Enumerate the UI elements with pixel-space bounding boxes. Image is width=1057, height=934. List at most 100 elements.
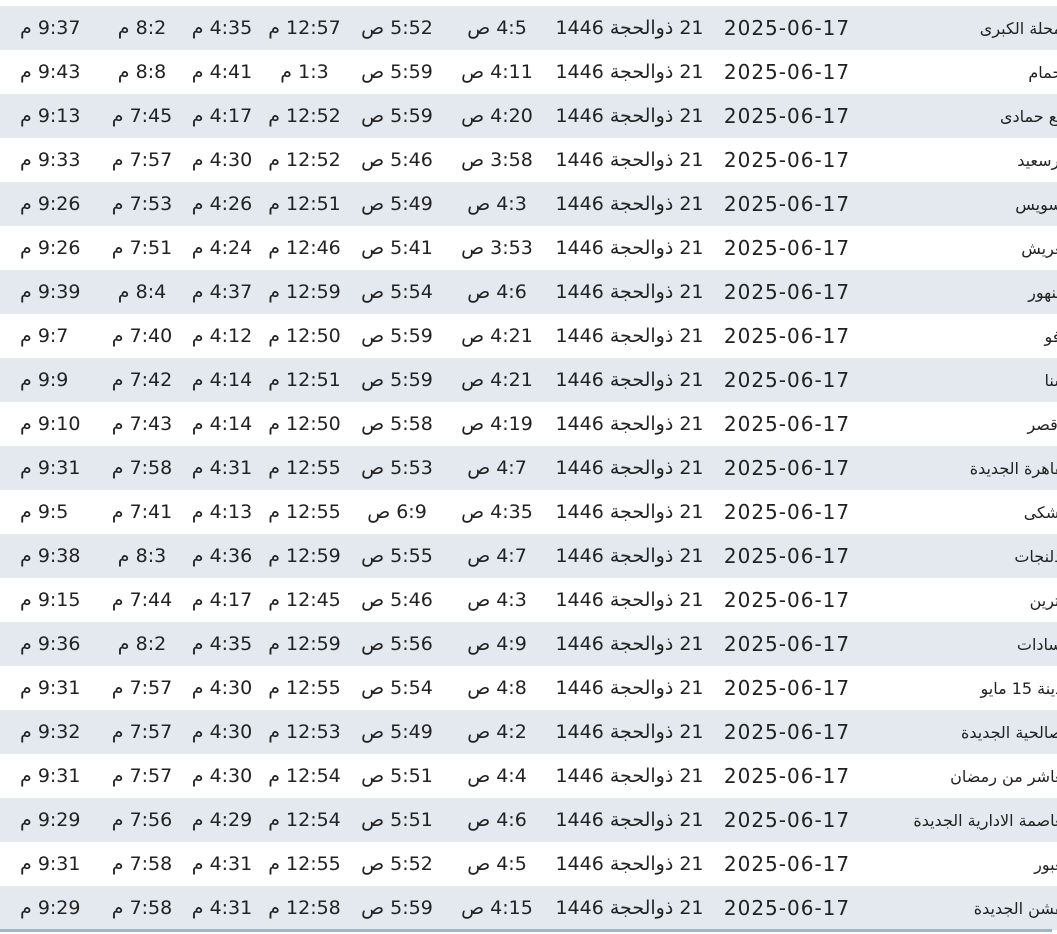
hijri-date-cell: 21 ذوالحجة 1446	[555, 17, 704, 39]
dhuhr-time-cell: 12:45 م	[268, 589, 341, 611]
table-row: العاصمة الادارية الجديدة 2025-06-17 21 ذوا…	[0, 798, 1057, 842]
dhuhr-time-cell: 12:59 م	[268, 633, 341, 655]
dhuhr-time-cell: 12:59 م	[268, 545, 341, 567]
dhuhr-time-cell: 12:50 م	[268, 325, 341, 347]
gregorian-date-cell: 2025-06-17	[723, 104, 851, 128]
gregorian-date-cell: 2025-06-17	[723, 236, 851, 260]
isha-time-cell: 9:32 م	[20, 721, 81, 743]
gregorian-date-cell: 2025-06-17	[723, 632, 851, 656]
hijri-date-cell: 21 ذوالحجة 1446	[555, 853, 704, 875]
maghrib-time-cell: 7:57 م	[111, 677, 173, 699]
isha-time-cell: 9:13 م	[20, 105, 81, 127]
city-name-cell: مدينة 15 مايو	[980, 678, 1057, 698]
dhuhr-time-cell: 12:52 م	[268, 105, 341, 127]
gregorian-date-cell: 2025-06-17	[723, 16, 851, 40]
dhuhr-time-cell: 12:57 م	[268, 17, 341, 39]
hijri-date-cell: 21 ذوالحجة 1446	[555, 325, 704, 347]
fajr-time-cell: 4:3 ص	[467, 193, 527, 215]
sunrise-time-cell: 5:53 ص	[361, 457, 433, 479]
table-row: السادات 2025-06-17 21 ذوالحجة 1446 4:9 ص 5:5…	[0, 622, 1057, 666]
city-name-cell: العريش	[1021, 238, 1057, 258]
prayer-times-table: المحلة الكبرى 2025-06-17 21 ذوالحجة 1446 4:…	[0, 6, 1057, 930]
maghrib-time-cell: 7:45 م	[111, 105, 173, 127]
table-row: ادفو 2025-06-17 21 ذوالحجة 1446 4:21 ص 5:59 …	[0, 314, 1057, 358]
asr-time-cell: 4:31 م	[191, 457, 253, 479]
asr-time-cell: 4:14 م	[191, 413, 253, 435]
city-name-cell: المحلة الكبرى	[979, 18, 1057, 38]
fajr-time-cell: 4:19 ص	[461, 413, 533, 435]
hijri-date-cell: 21 ذوالحجة 1446	[555, 765, 704, 787]
maghrib-time-cell: 7:58 م	[111, 897, 173, 919]
hijri-date-cell: 21 ذوالحجة 1446	[555, 721, 704, 743]
maghrib-time-cell: 7:40 م	[111, 325, 173, 347]
city-name-cell: الصالحية الجديدة	[960, 722, 1057, 742]
dhuhr-time-cell: 12:46 م	[268, 237, 341, 259]
gregorian-date-cell: 2025-06-17	[723, 148, 851, 172]
sunrise-time-cell: 5:49 ص	[361, 721, 433, 743]
isha-time-cell: 9:31 م	[20, 853, 81, 875]
fajr-time-cell: 4:6 ص	[467, 281, 527, 303]
isha-time-cell: 9:29 م	[20, 809, 81, 831]
table-row: الأقصر 2025-06-17 21 ذوالحجة 1446 4:19 ص 5:5…	[0, 402, 1057, 446]
sunrise-time-cell: 5:52 ص	[361, 17, 433, 39]
table-row: الصالحية الجديدة 2025-06-17 21 ذوالحجة 144…	[0, 710, 1057, 754]
asr-time-cell: 4:17 م	[191, 589, 253, 611]
fajr-time-cell: 4:11 ص	[461, 61, 533, 83]
fajr-time-cell: 4:2 ص	[467, 721, 527, 743]
city-name-cell: العاصمة الادارية الجديدة	[913, 810, 1057, 830]
isha-time-cell: 9:7 م	[20, 325, 69, 347]
city-name-cell: نجع حمادى	[999, 106, 1057, 126]
table-row: العاشر من رمضان 2025-06-17 21 ذوالحجة 1446…	[0, 754, 1057, 798]
hijri-date-cell: 21 ذوالحجة 1446	[555, 501, 704, 523]
gregorian-date-cell: 2025-06-17	[723, 324, 851, 348]
hijri-date-cell: 21 ذوالحجة 1446	[555, 105, 704, 127]
sunrise-time-cell: 5:54 ص	[361, 677, 433, 699]
table-row: مدينة 15 مايو 2025-06-17 21 ذوالحجة 1446 4:…	[0, 666, 1057, 710]
table-row: اسنا 2025-06-17 21 ذوالحجة 1446 4:21 ص 5:59 …	[0, 358, 1057, 402]
dhuhr-time-cell: 12:55 م	[268, 457, 341, 479]
asr-time-cell: 4:30 م	[191, 149, 253, 171]
city-name-cell: الأقصر	[1027, 414, 1057, 434]
isha-time-cell: 9:10 م	[20, 413, 81, 435]
city-name-cell: القاهرة الجديدة	[969, 458, 1057, 478]
table-row: الحمام 2025-06-17 21 ذوالحجة 1446 4:11 ص 5:5…	[0, 50, 1057, 94]
maghrib-time-cell: 8:4 م	[117, 281, 167, 303]
city-name-cell: السادات	[1016, 634, 1057, 654]
city-name-cell: العبور	[1034, 854, 1057, 874]
sunrise-time-cell: 5:46 ص	[361, 149, 433, 171]
isha-time-cell: 9:33 م	[20, 149, 81, 171]
isha-time-cell: 9:26 م	[20, 237, 81, 259]
gregorian-date-cell: 2025-06-17	[723, 588, 851, 612]
hijri-date-cell: 21 ذوالحجة 1446	[555, 809, 704, 831]
fajr-time-cell: 4:8 ص	[467, 677, 527, 699]
sunrise-time-cell: 5:51 ص	[361, 765, 433, 787]
table-row: الدلنجات 2025-06-17 21 ذوالحجة 1446 4:7 ص 5:…	[0, 534, 1057, 578]
fajr-time-cell: 4:21 ص	[461, 325, 533, 347]
asr-time-cell: 4:26 م	[191, 193, 253, 215]
fajr-time-cell: 4:5 ص	[467, 853, 527, 875]
isha-time-cell: 9:5 م	[20, 501, 69, 523]
gregorian-date-cell: 2025-06-17	[723, 896, 851, 920]
table-row: نجع حمادى 2025-06-17 21 ذوالحجة 1446 4:20 ص…	[0, 94, 1057, 138]
sunrise-time-cell: 5:56 ص	[361, 633, 433, 655]
maghrib-time-cell: 8:8 م	[117, 61, 167, 83]
dhuhr-time-cell: 12:50 م	[268, 413, 341, 435]
fajr-time-cell: 4:35 ص	[461, 501, 533, 523]
asr-time-cell: 4:12 م	[191, 325, 253, 347]
asr-time-cell: 4:30 م	[191, 721, 253, 743]
gregorian-date-cell: 2025-06-17	[723, 456, 851, 480]
city-name-cell: الدلنجات	[1014, 546, 1057, 566]
asr-time-cell: 4:36 م	[191, 545, 253, 567]
maghrib-time-cell: 7:44 م	[111, 589, 173, 611]
isha-time-cell: 9:9 م	[20, 369, 69, 391]
sunrise-time-cell: 5:55 ص	[361, 545, 433, 567]
gregorian-date-cell: 2025-06-17	[723, 280, 851, 304]
sunrise-time-cell: 5:46 ص	[361, 589, 433, 611]
maghrib-time-cell: 7:53 م	[111, 193, 173, 215]
hijri-date-cell: 21 ذوالحجة 1446	[555, 457, 704, 479]
maghrib-time-cell: 7:57 م	[111, 721, 173, 743]
city-name-cell: دمنهور	[1028, 282, 1057, 302]
city-name-cell: الحمام	[1028, 62, 1057, 82]
city-name-cell: الفشن الجديدة	[973, 898, 1057, 918]
hijri-date-cell: 21 ذوالحجة 1446	[555, 281, 704, 303]
